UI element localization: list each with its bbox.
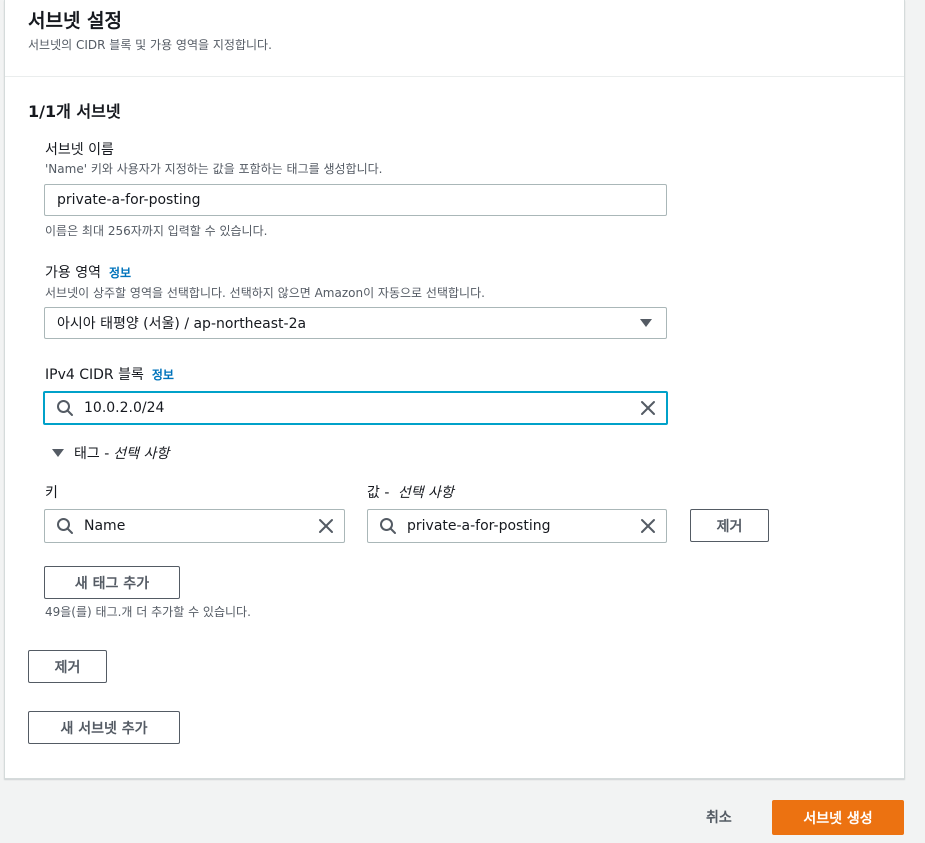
panel-title: 서브넷 설정 (28, 10, 123, 32)
search-icon (380, 518, 396, 534)
search-icon (57, 400, 73, 416)
subnet-name-description: 'Name' 키와 사용자가 지정하는 값을 포함하는 태그를 생성합니다. (45, 162, 383, 176)
panel-description: 서브넷의 CIDR 블록 및 가용 영역을 지정합니다. (28, 38, 272, 52)
tags-toggle-optional: 선택 사항 (113, 446, 170, 462)
availability-zone-label-text: 가용 영역 (45, 265, 101, 281)
availability-zone-label: 가용 영역 정보 (45, 262, 131, 282)
tag-value-label-optional: 선택 사항 (397, 485, 454, 501)
tag-key-input[interactable]: Name (44, 509, 345, 543)
subnet-name-label: 서브넷 이름 (45, 142, 114, 158)
ipv4-cidr-label: IPv4 CIDR 블록 정보 (45, 364, 174, 384)
subnet-name-hint: 이름은 최대 256자까지 입력할 수 있습니다. (45, 224, 268, 238)
remove-tag-button[interactable]: 제거 (690, 509, 769, 542)
tag-value-label-text: 값 - (367, 485, 394, 501)
remove-subnet-button[interactable]: 제거 (28, 650, 107, 683)
close-icon[interactable] (318, 518, 334, 534)
subnet-settings-panel: 서브넷 설정 서브넷의 CIDR 블록 및 가용 영역을 지정합니다. 1/1개… (4, 0, 905, 779)
tags-expander[interactable]: 태그 - 선택 사항 (52, 443, 169, 463)
tags-remaining-hint: 49을(를) 태그.개 더 추가할 수 있습니다. (45, 605, 251, 619)
availability-zone-description: 서브넷이 상주할 영역을 선택합니다. 선택하지 않으면 Amazon이 자동으… (45, 286, 485, 300)
add-tag-button[interactable]: 새 태그 추가 (44, 566, 180, 599)
subnet-name-value: private-a-for-posting (57, 192, 201, 208)
tag-key-value: Name (84, 518, 126, 534)
caret-down-icon (640, 319, 652, 327)
tag-key-label: 키 (45, 485, 58, 501)
ipv4-cidr-info-link[interactable]: 정보 (152, 368, 174, 382)
tag-value-input[interactable]: private-a-for-posting (367, 509, 667, 543)
ipv4-cidr-input[interactable]: 10.0.2.0/24 (43, 391, 668, 425)
subnet-name-input[interactable]: private-a-for-posting (44, 184, 667, 216)
tags-toggle-label: 태그 - (74, 446, 110, 462)
tag-value-value: private-a-for-posting (407, 518, 551, 534)
availability-zone-info-link[interactable]: 정보 (109, 266, 131, 280)
close-icon[interactable] (640, 518, 656, 534)
create-subnet-button[interactable]: 서브넷 생성 (772, 800, 904, 835)
ipv4-cidr-value: 10.0.2.0/24 (84, 400, 165, 416)
availability-zone-select[interactable]: 아시아 태평양 (서울) / ap-northeast-2a (44, 307, 667, 339)
panel-header: 서브넷 설정 서브넷의 CIDR 블록 및 가용 영역을 지정합니다. (5, 0, 904, 77)
add-subnet-button[interactable]: 새 서브넷 추가 (28, 711, 180, 744)
caret-down-icon (52, 449, 64, 457)
subnet-count-heading: 1/1개 서브넷 (28, 102, 121, 121)
availability-zone-selected: 아시아 태평양 (서울) / ap-northeast-2a (57, 316, 307, 332)
cancel-button[interactable]: 취소 (706, 807, 732, 827)
close-icon[interactable] (640, 400, 656, 416)
search-icon (57, 518, 73, 534)
ipv4-cidr-label-text: IPv4 CIDR 블록 (45, 367, 144, 383)
tag-value-label: 값 - 선택 사항 (367, 482, 454, 502)
